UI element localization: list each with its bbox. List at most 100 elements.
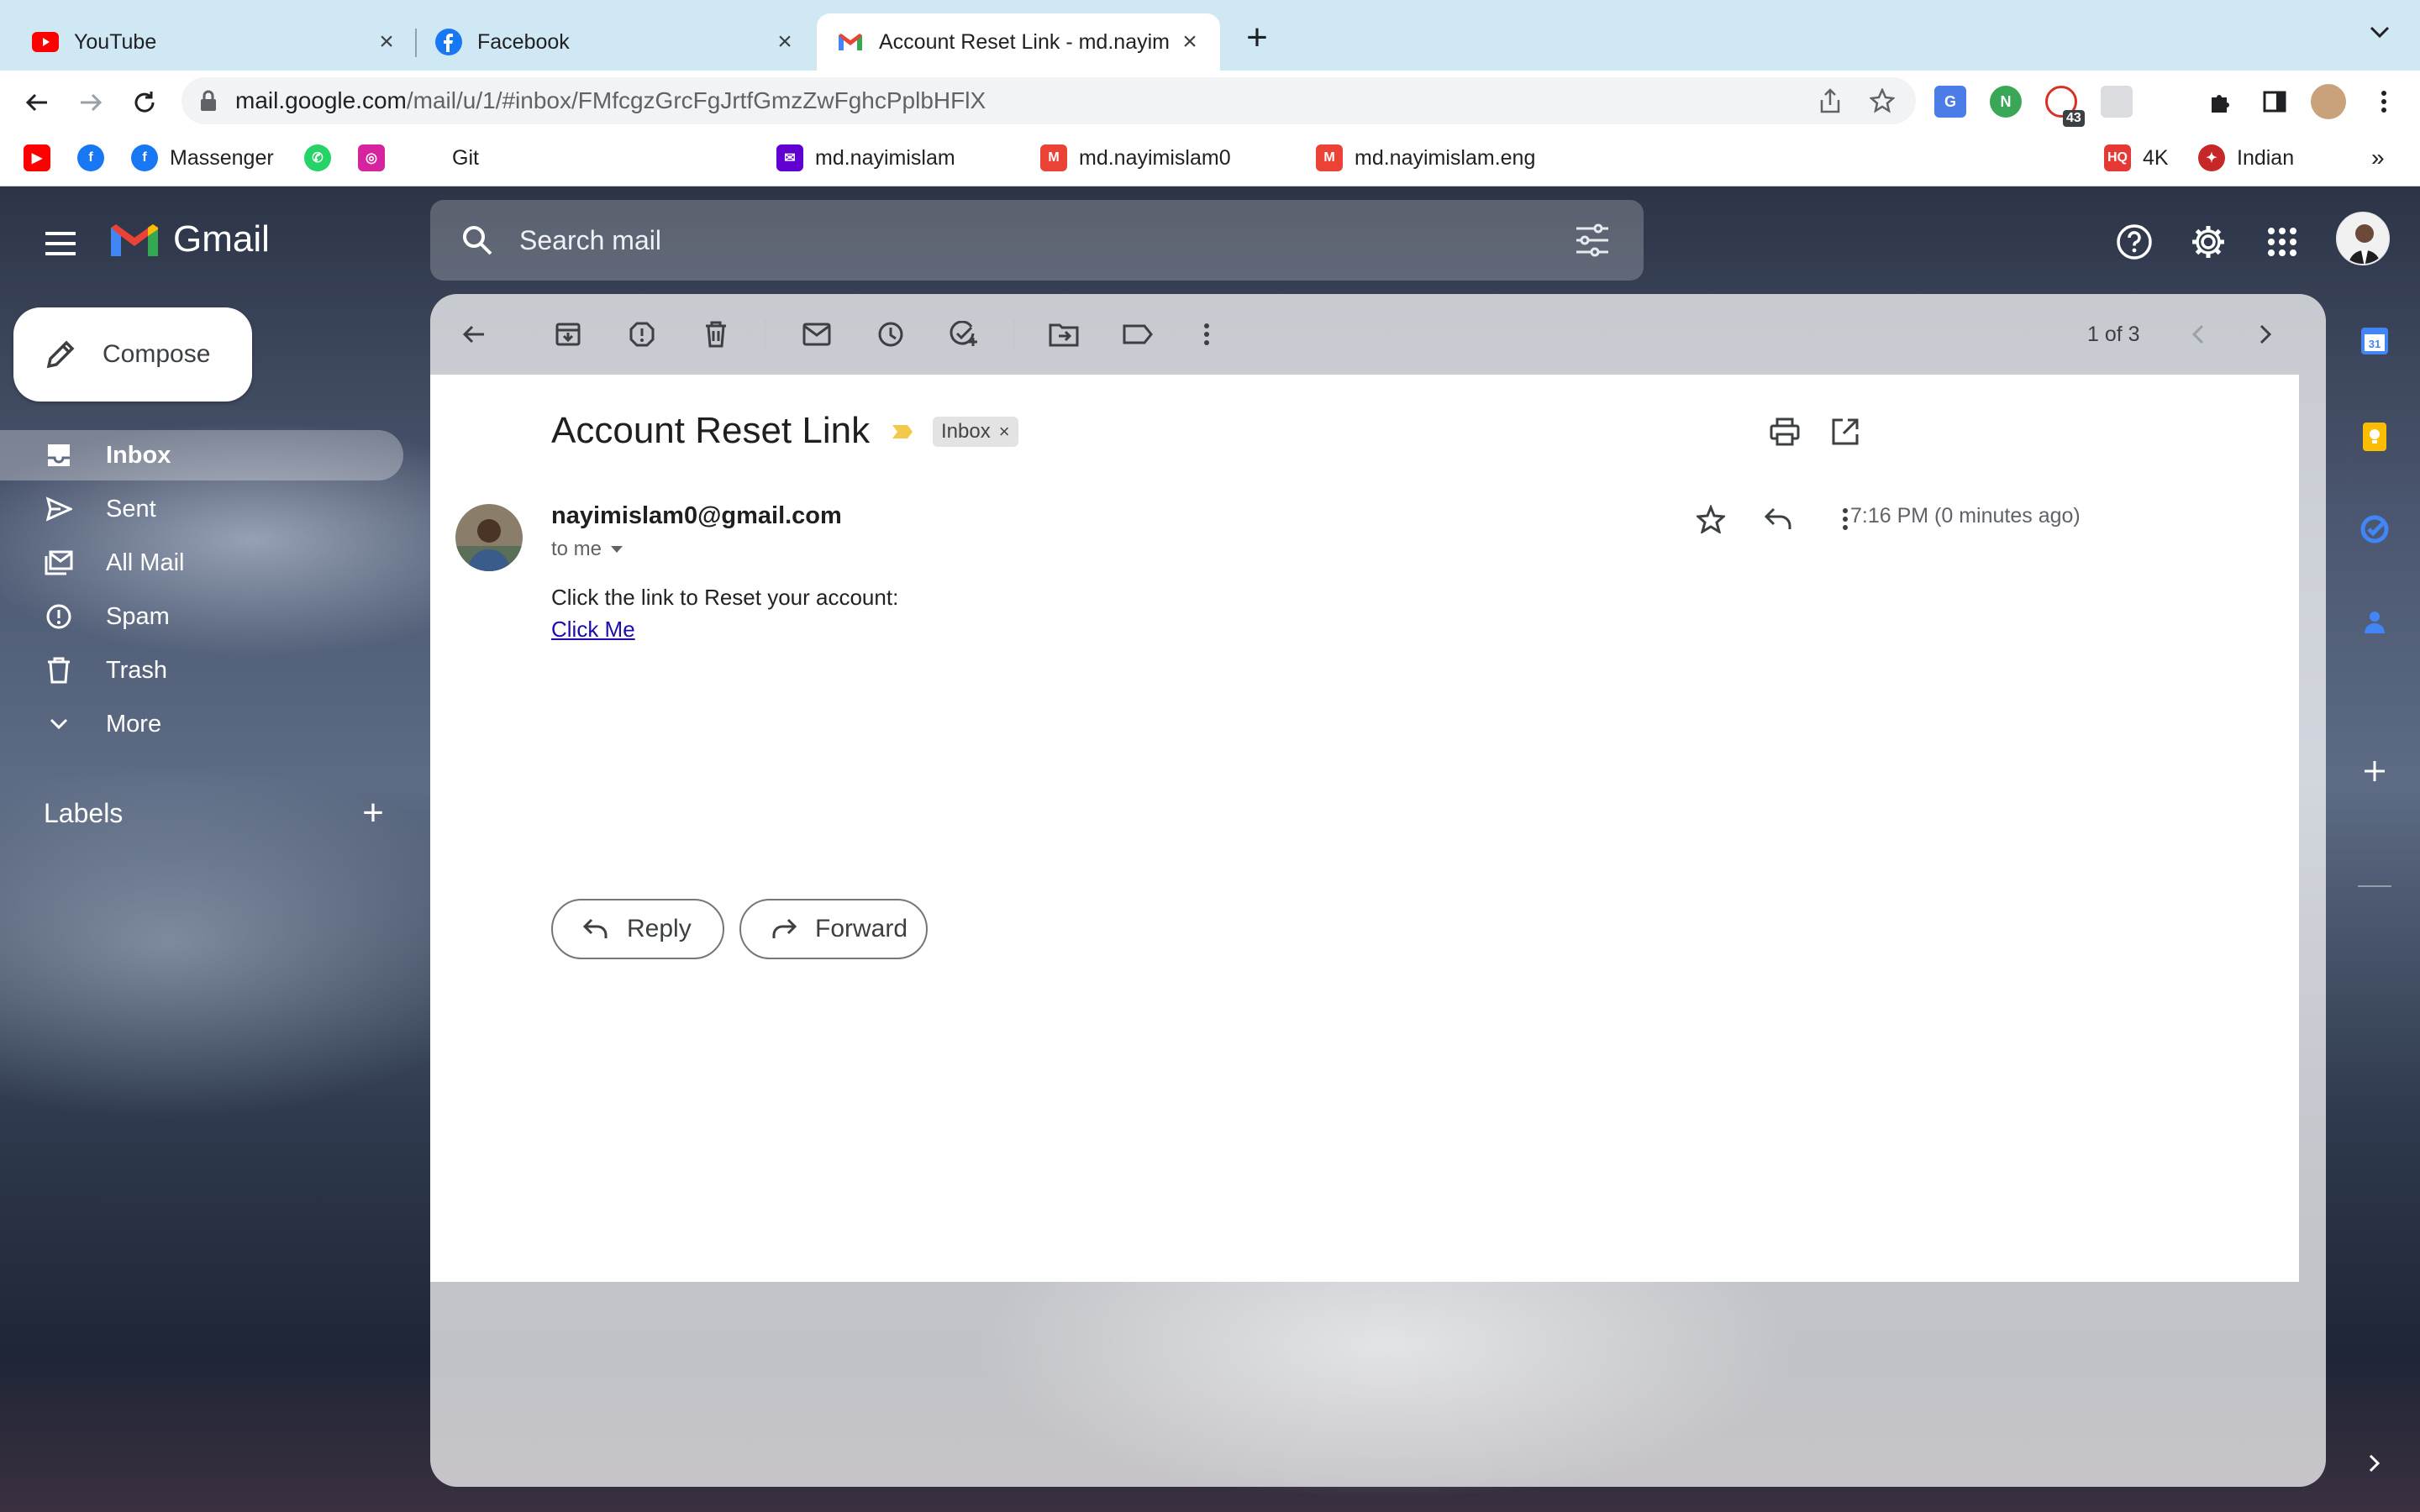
share-icon[interactable] xyxy=(1817,87,1844,114)
more-options-icon[interactable] xyxy=(1828,502,1862,536)
chevron-down-icon xyxy=(44,709,74,739)
sidebar-item-spam[interactable]: Spam xyxy=(0,591,403,642)
blocker-extension-icon[interactable]: 43 xyxy=(2045,86,2085,127)
mark-unread-icon[interactable] xyxy=(800,318,834,351)
sidebar-item-sent[interactable]: Sent xyxy=(0,484,403,534)
tab-search-chevron-icon[interactable] xyxy=(2370,25,2390,39)
bookmark-md-nayimislam0[interactable]: Mmd.nayimislam0 xyxy=(1040,143,1231,173)
search-input[interactable] xyxy=(519,224,1444,256)
browser-menu-icon[interactable] xyxy=(2368,86,2400,118)
contacts-icon[interactable] xyxy=(2356,603,2393,640)
bookmark-md-nayimislam-eng[interactable]: Mmd.nayimislam.eng xyxy=(1316,143,1535,173)
bookmark-4k[interactable]: HQ 4K xyxy=(2104,143,2169,173)
reply-arrow-icon[interactable] xyxy=(1761,502,1795,536)
side-panel-icon[interactable] xyxy=(2259,86,2291,118)
snooze-clock-icon[interactable] xyxy=(874,318,908,351)
close-tab-icon[interactable]: × xyxy=(373,28,400,55)
bookmark-git[interactable]: Git xyxy=(412,143,479,173)
forward-arrow-icon[interactable] xyxy=(74,86,108,119)
report-spam-icon[interactable] xyxy=(625,318,659,351)
sidebar-item-more[interactable]: More xyxy=(0,699,403,749)
bookmark-youtube[interactable]: ▶ xyxy=(24,143,62,173)
search-icon[interactable] xyxy=(460,223,494,257)
sidebar-item-label: More xyxy=(106,710,162,738)
tab-facebook[interactable]: Facebook × xyxy=(418,13,815,71)
search-bar[interactable] xyxy=(430,200,1644,281)
tasks-icon[interactable] xyxy=(2356,511,2393,548)
youtube-icon xyxy=(32,29,59,55)
gmail-icon xyxy=(837,29,864,55)
gmail-logo[interactable]: Gmail xyxy=(108,218,270,260)
sidebar-item-label: Trash xyxy=(106,656,168,684)
toolbar-divider xyxy=(765,319,766,349)
get-addons-plus-icon[interactable] xyxy=(2356,753,2393,790)
lock-icon[interactable] xyxy=(200,90,217,112)
expand-panel-chevron-icon[interactable] xyxy=(2356,1445,2393,1482)
google-translate-extension-icon[interactable]: G xyxy=(1934,86,1966,118)
bookmark-star-icon[interactable] xyxy=(1869,87,1896,114)
bookmark-massenger[interactable]: f Massenger xyxy=(131,143,274,173)
recipient-details[interactable]: to me xyxy=(551,538,623,561)
more-bookmarks-icon[interactable]: » xyxy=(2371,143,2385,173)
chip-label: Inbox xyxy=(941,420,991,443)
sidebar-item-inbox[interactable]: Inbox xyxy=(0,430,403,480)
bookmark-md-nayimislam[interactable]: ✉ md.nayimislam xyxy=(776,143,955,173)
sender-email[interactable]: nayimislam0@gmail.com xyxy=(551,502,842,530)
bookmark-facebook[interactable]: f xyxy=(77,143,116,173)
sender-avatar[interactable] xyxy=(455,504,523,571)
move-to-folder-icon[interactable] xyxy=(1047,318,1081,351)
reload-icon[interactable] xyxy=(128,86,161,119)
github-icon xyxy=(412,144,415,171)
main-menu-icon[interactable] xyxy=(42,225,79,262)
help-icon[interactable] xyxy=(2114,222,2154,262)
calendar-icon[interactable]: 31 xyxy=(2356,323,2393,360)
new-tab-button[interactable]: + xyxy=(1242,19,1272,56)
close-tab-icon[interactable]: × xyxy=(1176,28,1203,55)
bookmark-indian[interactable]: ✦ Indian xyxy=(2198,143,2294,173)
create-label-plus-icon[interactable]: + xyxy=(356,795,390,832)
search-options-icon[interactable] xyxy=(1575,223,1610,257)
side-panel-divider xyxy=(2358,885,2391,887)
keep-icon[interactable] xyxy=(2356,418,2393,455)
more-options-icon[interactable] xyxy=(1190,318,1223,351)
label-tag-icon[interactable] xyxy=(1121,318,1155,351)
print-icon[interactable] xyxy=(1768,415,1802,449)
email-timestamp: 7:16 PM (0 minutes ago) xyxy=(1850,504,2081,528)
back-arrow-icon[interactable] xyxy=(20,86,54,119)
close-tab-icon[interactable]: × xyxy=(771,28,798,55)
back-to-inbox-icon[interactable] xyxy=(457,318,491,351)
inbox-label-chip: Inbox × xyxy=(933,417,1018,447)
gmail-icon: M xyxy=(1316,144,1343,171)
reply-button[interactable]: Reply xyxy=(551,899,724,959)
caret-down-icon[interactable] xyxy=(610,545,623,554)
older-chevron-right-icon[interactable] xyxy=(2249,318,2282,351)
profile-avatar[interactable] xyxy=(2311,84,2346,119)
grammar-extension-icon[interactable]: N xyxy=(1990,86,2022,118)
address-bar[interactable]: mail.google.com/mail/u/1/#inbox/FMfcgzGr… xyxy=(182,77,1916,124)
remove-label-close-icon[interactable]: × xyxy=(999,421,1010,443)
reset-link[interactable]: Click Me xyxy=(551,617,635,643)
sidebar-item-all-mail[interactable]: All Mail xyxy=(0,538,403,588)
archive-icon[interactable] xyxy=(551,318,585,351)
account-avatar[interactable] xyxy=(2336,212,2390,265)
facebook-icon xyxy=(435,29,462,55)
extensions-puzzle-icon[interactable] xyxy=(2205,86,2237,118)
open-in-new-window-icon[interactable] xyxy=(1828,415,1862,449)
newer-chevron-left-icon[interactable] xyxy=(2181,318,2215,351)
delete-icon[interactable] xyxy=(699,318,733,351)
sidebar-item-label: Sent xyxy=(106,495,156,522)
importance-marker-icon[interactable] xyxy=(891,423,914,440)
sidebar-item-trash[interactable]: Trash xyxy=(0,645,403,696)
compose-button[interactable]: Compose xyxy=(13,307,252,402)
add-to-tasks-icon[interactable] xyxy=(948,318,981,351)
tab-gmail-active[interactable]: Account Reset Link - md.nayim × xyxy=(817,13,1220,71)
tab-extension-icon[interactable] xyxy=(2101,86,2133,118)
tab-youtube[interactable]: YouTube × xyxy=(0,13,417,71)
apps-grid-icon[interactable] xyxy=(2262,222,2302,262)
facebook-icon: f xyxy=(131,144,158,171)
forward-button[interactable]: Forward xyxy=(739,899,928,959)
settings-gear-icon[interactable] xyxy=(2188,222,2228,262)
bookmark-whatsapp[interactable]: ✆ xyxy=(304,143,343,173)
bookmark-instagram[interactable]: ◎ xyxy=(358,143,397,173)
star-icon[interactable] xyxy=(1694,502,1728,536)
